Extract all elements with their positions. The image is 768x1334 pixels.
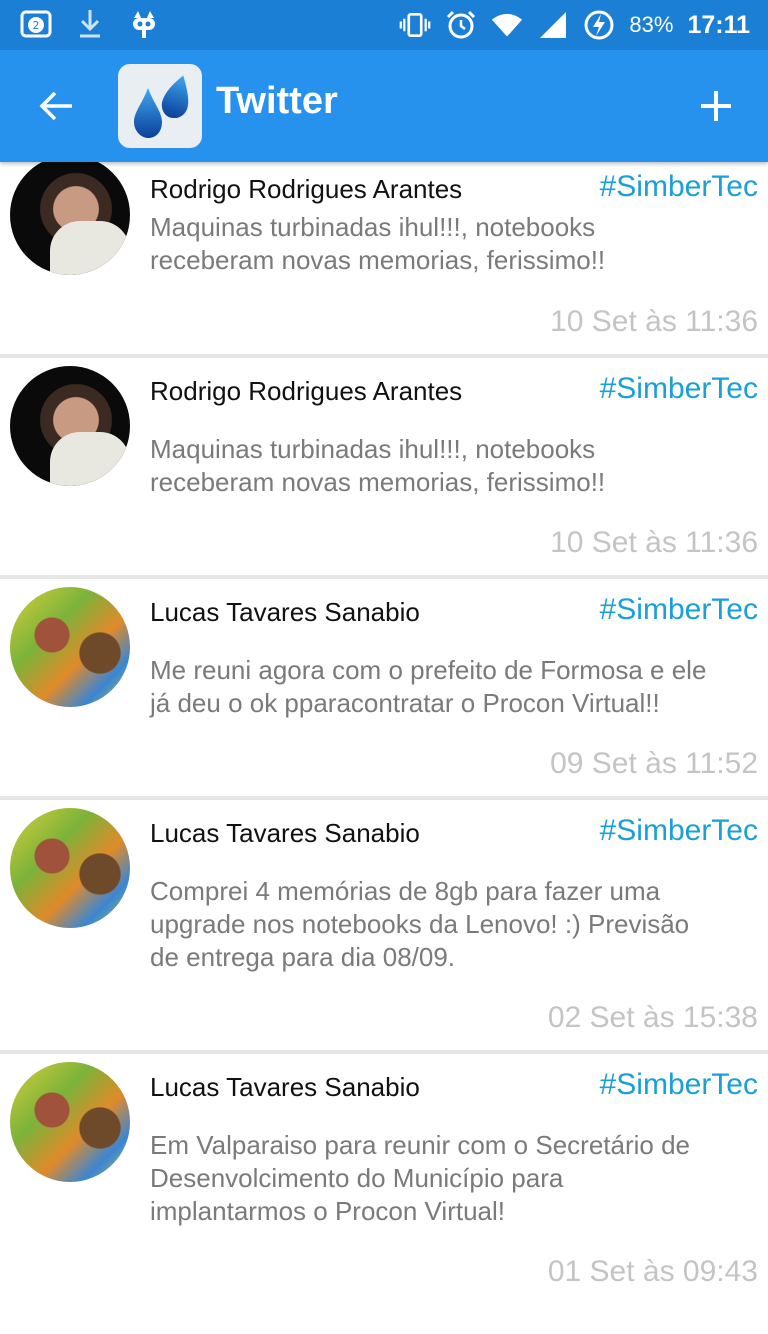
author-name[interactable]: Rodrigo Rodrigues Arantes (150, 174, 462, 205)
robot-icon (128, 8, 160, 40)
tweet-timestamp: 01 Set às 09:43 (547, 1255, 758, 1288)
tweet-text-line: Maquinas turbinadas ihul!!!, notebooks (150, 212, 596, 242)
tweet-timestamp: 02 Set às 15:38 (547, 1001, 758, 1034)
download-icon (74, 8, 106, 40)
hashtag-link[interactable]: #SimberTec (600, 372, 758, 406)
clock: 17:11 (687, 10, 750, 39)
author-name[interactable]: Lucas Tavares Sanabio (150, 1072, 420, 1103)
water-drop-logo-icon (134, 75, 189, 138)
tweet-text: Maquinas turbinadas ihul!!!, notebooks r… (150, 433, 750, 499)
tweet-text: Comprei 4 memórias de 8gb para fazer uma… (150, 875, 750, 974)
tweet-text-line: Desenvolcimento do Município para (150, 1163, 564, 1193)
status-bar-system: 83% 17:11 (399, 0, 750, 50)
app-bar: Twitter (0, 50, 768, 162)
status-bar: 2 83% 17:11 (0, 0, 768, 50)
tweet-card[interactable]: Lucas Tavares Sanabio #SimberTec Me reun… (0, 579, 768, 800)
arrow-left-icon (39, 91, 72, 121)
wifi-icon (491, 9, 523, 41)
tweet-text-line: Me reuni agora com o prefeito de Formosa… (150, 655, 707, 685)
tweet-text-line: Maquinas turbinadas ihul!!!, notebooks (150, 434, 596, 464)
tweet-text-line: receberam novas memorias, ferissimo!! (150, 245, 606, 275)
tweet-timestamp: 09 Set às 11:52 (550, 747, 758, 780)
notification-count: 2 (33, 19, 40, 32)
signal-icon (537, 9, 569, 41)
hashtag-link[interactable]: #SimberTec (600, 593, 758, 627)
author-name[interactable]: Lucas Tavares Sanabio (150, 818, 420, 849)
tweet-text-line: upgrade nos notebooks da Lenovo! :) Prev… (150, 909, 690, 939)
alarm-icon (445, 9, 477, 41)
author-avatar[interactable] (10, 366, 130, 486)
tweet-card[interactable]: Lucas Tavares Sanabio #SimberTec Comprei… (0, 800, 768, 1054)
battery-charging-icon (583, 9, 615, 41)
tweet-text-line: já deu o ok pparacontratar o Procon Virt… (150, 688, 660, 718)
author-avatar[interactable] (10, 808, 130, 928)
hashtag-link[interactable]: #SimberTec (600, 1068, 758, 1102)
tweet-text-line: Em Valparaiso para reunir com o Secretár… (150, 1130, 690, 1160)
tweet-card[interactable]: Rodrigo Rodrigues Arantes #SimberTec Maq… (0, 358, 768, 579)
tweet-text-line: implantarmos o Procon Virtual! (150, 1196, 506, 1226)
add-button[interactable] (688, 78, 744, 134)
tweet-timestamp: 10 Set às 11:36 (550, 305, 758, 338)
plus-icon (701, 91, 731, 121)
app-logo (118, 64, 202, 148)
hashtag-link[interactable]: #SimberTec (600, 814, 758, 848)
tweet-text-line: Comprei 4 memórias de 8gb para fazer uma (150, 876, 661, 906)
tweet-text: Maquinas turbinadas ihul!!!, notebooks r… (150, 211, 750, 277)
notification-counter-icon: 2 (20, 8, 52, 40)
author-avatar[interactable] (10, 1062, 130, 1182)
hashtag-link[interactable]: #SimberTec (600, 170, 758, 204)
tweet-card[interactable]: Lucas Tavares Sanabio #SimberTec Em Valp… (0, 1054, 768, 1334)
status-bar-notifications: 2 (20, 8, 160, 40)
author-avatar[interactable] (10, 587, 130, 707)
author-name[interactable]: Rodrigo Rodrigues Arantes (150, 376, 462, 407)
tweet-text-line: receberam novas memorias, ferissimo!! (150, 467, 606, 497)
author-name[interactable]: Lucas Tavares Sanabio (150, 597, 420, 628)
vibrate-icon (399, 9, 431, 41)
tweet-text: Me reuni agora com o prefeito de Formosa… (150, 654, 750, 720)
tweet-text: Em Valparaiso para reunir com o Secretár… (150, 1129, 750, 1228)
back-button[interactable] (28, 78, 84, 134)
page-title: Twitter (216, 80, 338, 122)
battery-percent: 83% (629, 12, 674, 37)
tweet-text-line: de entrega para dia 08/09. (150, 942, 456, 972)
author-avatar[interactable] (10, 155, 130, 275)
tweet-timestamp: 10 Set às 11:36 (550, 526, 758, 559)
